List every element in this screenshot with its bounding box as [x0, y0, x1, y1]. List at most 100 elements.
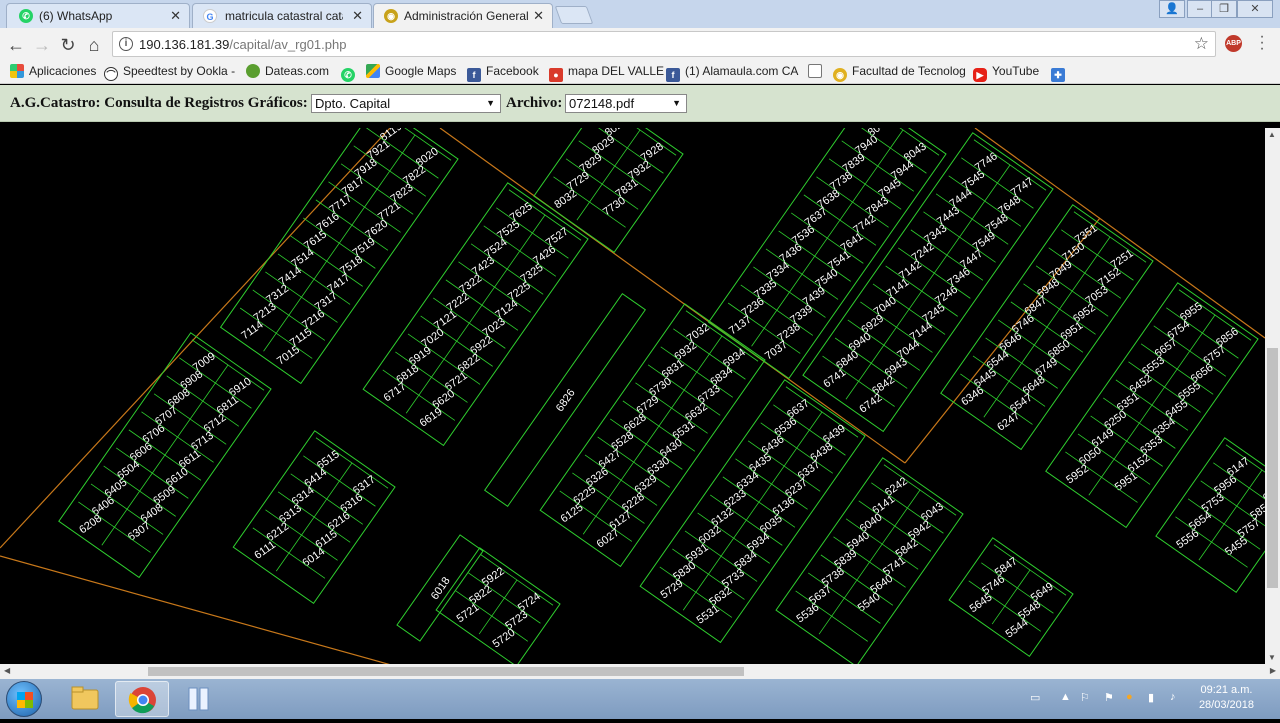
- lot-number: 7730: [601, 195, 628, 219]
- url-path: /capital/av_rg01.php: [229, 37, 347, 52]
- cadastral-map[interactable]: 8119 8020 7921 7822 7918 7823 7817 7721 7717 7620…: [0, 128, 1265, 664]
- adblock-icon[interactable]: ABP: [1225, 35, 1242, 52]
- bookmark-label: Aplicaciones: [29, 64, 97, 78]
- lot-number: 5951: [1113, 470, 1140, 494]
- apps-icon: [10, 64, 24, 78]
- address-bar[interactable]: i 190.136.181.39/capital/av_rg01.php ☆: [112, 31, 1216, 57]
- url-text: 190.136.181.39/capital/av_rg01.php: [139, 37, 346, 52]
- scroll-left-icon[interactable]: ◀: [4, 666, 10, 675]
- taskbar-chrome[interactable]: [115, 681, 169, 717]
- avast-icon[interactable]: ●: [1126, 691, 1133, 703]
- lot-number: 5952: [1064, 462, 1091, 486]
- taskbar-app[interactable]: [172, 681, 226, 717]
- tab-catastro[interactable]: ◉ Administración General d ✕: [373, 3, 553, 29]
- close-icon[interactable]: ✕: [352, 8, 363, 24]
- lot-number: 7015: [275, 344, 302, 368]
- bookmark-speedtest[interactable]: ⌒ Speedtest by Ookla -: [104, 64, 235, 81]
- bookmark-whatsapp[interactable]: ✆: [341, 64, 360, 82]
- speedometer-icon: ⌒: [104, 67, 118, 81]
- profile-icon[interactable]: 👤: [1159, 0, 1185, 18]
- chevron-down-icon: ▼: [486, 98, 495, 108]
- university-icon: ◉: [833, 68, 847, 82]
- keyboard-icon[interactable]: ▭: [1030, 691, 1040, 704]
- department-select[interactable]: Dpto. Capital ▼: [311, 94, 501, 113]
- windows-logo-icon: [17, 692, 33, 708]
- browser-toolbar: ← → ↻ ⌂ i 190.136.181.39/capital/av_rg01…: [0, 28, 1280, 61]
- cadastral-map-canvas[interactable]: 8119802079217822791878237817772177177620…: [0, 128, 1265, 664]
- lot-number: 6208: [77, 512, 104, 536]
- horizontal-scroll-thumb[interactable]: [148, 667, 744, 676]
- volume-icon[interactable]: ♪: [1170, 691, 1176, 703]
- menu-icon[interactable]: · · ·: [1256, 29, 1268, 57]
- taskbar-explorer[interactable]: [58, 681, 112, 717]
- tab-whatsapp[interactable]: ✆ (6) WhatsApp ✕: [6, 3, 190, 28]
- file-select[interactable]: 072148.pdf ▼: [565, 94, 687, 113]
- lot-number: 5729: [659, 577, 686, 601]
- restore-button[interactable]: ❐: [1211, 0, 1237, 18]
- maps-icon: [366, 64, 380, 78]
- close-window-button[interactable]: ✕: [1237, 0, 1273, 18]
- bookmark-facultad[interactable]: ◉ Facultad de Tecnolog: [833, 64, 966, 82]
- lot-number: 5556: [1174, 527, 1201, 551]
- security-icon[interactable]: ⚐: [1080, 691, 1090, 704]
- lot-number: 5540: [856, 591, 883, 615]
- block-divider: [405, 214, 546, 414]
- scroll-right-icon[interactable]: ▶: [1270, 666, 1276, 675]
- bookmark-label: Speedtest by Ookla -: [123, 64, 236, 78]
- lot-number: 6741: [821, 367, 848, 391]
- windows-taskbar: ▭ ▲ ⚐ ⚑ ● ▮ ♪ 09:21 a.m. 28/03/2018: [0, 679, 1280, 719]
- department-select-value: Dpto. Capital: [315, 96, 391, 111]
- lot-number: 8032: [552, 187, 579, 211]
- bookmark-youtube[interactable]: ▶ YouTube: [973, 64, 1039, 82]
- horizontal-scrollbar[interactable]: ◀ ▶: [0, 664, 1280, 679]
- lot-number: 6125: [559, 501, 586, 525]
- block: 6515631764146316631462166313611562126014…: [232, 430, 396, 605]
- show-hidden-icons[interactable]: ▲: [1060, 691, 1071, 703]
- app-window-icon: [188, 687, 209, 711]
- lot-number: 6717: [382, 380, 409, 404]
- lot-number: 6014: [300, 546, 327, 570]
- globe-icon: [246, 64, 260, 78]
- close-icon[interactable]: ✕: [533, 8, 544, 24]
- home-button[interactable]: ⌂: [83, 34, 105, 56]
- lot-number: 5531: [695, 603, 722, 627]
- bookmark-mapa-del-valle[interactable]: ● mapa DEL VALLE: [549, 64, 665, 82]
- close-icon[interactable]: ✕: [170, 8, 181, 24]
- tab-google-search[interactable]: G matricula catastral catam ✕: [192, 3, 372, 28]
- lot-number: 5455: [1223, 535, 1250, 559]
- flag-icon[interactable]: ⚑: [1104, 691, 1114, 704]
- reload-button[interactable]: ↻: [57, 34, 79, 56]
- bookmark-alamaula[interactable]: f (1) Alamaula.com CA: [666, 64, 799, 82]
- bookmark-app[interactable]: ✚: [1051, 64, 1070, 82]
- bookmark-star-icon[interactable]: ☆: [1194, 34, 1209, 54]
- bookmark-label: (1) Alamaula.com CA: [685, 64, 799, 78]
- page-title: A.G.Catastro: Consulta de Registros Gráf…: [10, 95, 308, 111]
- back-button[interactable]: ←: [5, 34, 27, 56]
- network-icon[interactable]: ▮: [1148, 691, 1154, 704]
- lot-number: 6027: [595, 527, 622, 551]
- file-label: Archivo:: [506, 95, 563, 111]
- catastro-icon: ◉: [384, 9, 398, 23]
- bookmark-google-maps[interactable]: Google Maps: [366, 64, 456, 81]
- bookmark-dateas[interactable]: Dateas.com: [246, 64, 329, 81]
- vertical-scrollbar[interactable]: ▲ ▼: [1265, 128, 1280, 664]
- scroll-down-icon[interactable]: ▼: [1268, 653, 1276, 662]
- vertical-scroll-thumb[interactable]: [1267, 348, 1278, 588]
- info-icon[interactable]: i: [119, 37, 133, 51]
- start-button[interactable]: [6, 681, 42, 717]
- bookmark-facebook[interactable]: f Facebook: [467, 64, 539, 82]
- bookmark-apps[interactable]: Aplicaciones: [10, 64, 96, 81]
- lot-number: 5720: [491, 627, 518, 651]
- new-tab-button[interactable]: [554, 6, 594, 24]
- lot-number: 6346: [959, 384, 986, 408]
- facebook-icon: f: [666, 68, 680, 82]
- tab-title: Administración General d: [404, 9, 530, 23]
- minimize-button[interactable]: –: [1187, 0, 1213, 18]
- bookmark-page[interactable]: [808, 64, 827, 81]
- forward-button[interactable]: →: [31, 34, 53, 56]
- system-clock[interactable]: 09:21 a.m. 28/03/2018: [1199, 683, 1254, 713]
- lot-number: 6826: [554, 387, 578, 414]
- scroll-up-icon[interactable]: ▲: [1268, 130, 1276, 139]
- bookmark-label: mapa DEL VALLE: [568, 64, 665, 78]
- tab-strip: ✆ (6) WhatsApp ✕ G matricula catastral c…: [0, 0, 1280, 29]
